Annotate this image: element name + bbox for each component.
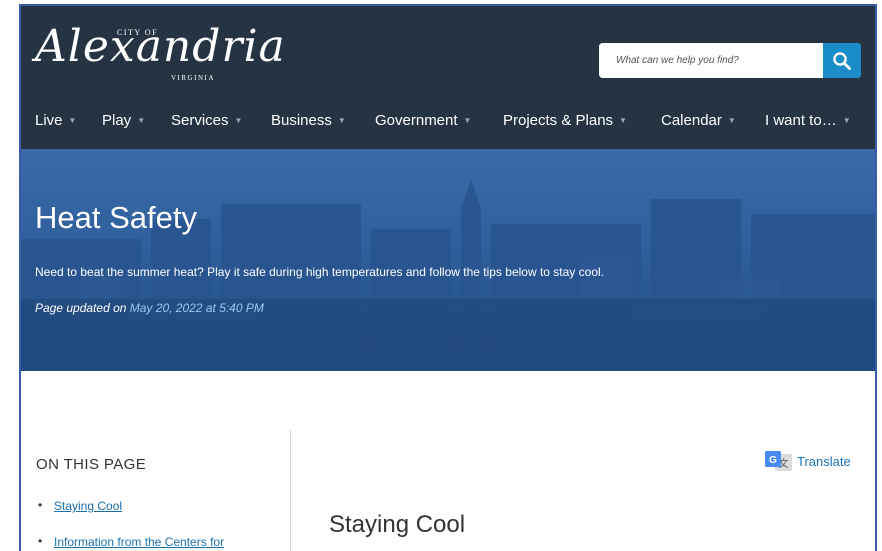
nav-item-business[interactable]: Business ▼ bbox=[271, 110, 346, 132]
nav-caret-icon: ▼ bbox=[337, 116, 346, 126]
nav-item-projects-plans[interactable]: Projects & Plans ▼ bbox=[503, 110, 627, 132]
nav-caret-icon: ▼ bbox=[727, 116, 736, 126]
logo-state: VIRGINIA bbox=[171, 74, 215, 82]
page-title: Heat Safety bbox=[35, 200, 197, 235]
nav-item-calendar[interactable]: Calendar ▼ bbox=[661, 110, 736, 132]
nav-label: Calendar bbox=[661, 112, 722, 129]
on-this-page-list: Staying Cool Information from the Center… bbox=[36, 498, 224, 551]
logo-city-of: CITY OF bbox=[117, 28, 159, 37]
city-logo[interactable]: Alexandria CITY OF VIRGINIA bbox=[35, 20, 285, 83]
sidebar-divider bbox=[290, 430, 291, 551]
page-description: Need to beat the summer heat? Play it sa… bbox=[35, 265, 604, 279]
updated-prefix: Page updated on bbox=[35, 301, 127, 315]
site-search bbox=[599, 43, 861, 78]
nav-item-play[interactable]: Play ▼ bbox=[102, 110, 145, 132]
updated-date: May 20, 2022 at 5:40 PM bbox=[129, 301, 264, 315]
nav-label: Play bbox=[102, 112, 132, 129]
nav-caret-icon: ▼ bbox=[619, 116, 627, 126]
nav-label: Government bbox=[375, 112, 458, 129]
toc-link-cdc-info[interactable]: Information from the Centers for bbox=[54, 535, 224, 549]
svg-text:G: G bbox=[769, 455, 777, 466]
page-frame: Alexandria CITY OF VIRGINIA Live ▼ Play ▼ … bbox=[19, 4, 877, 551]
page-updated: Page updated on May 20, 2022 at 5:40 PM bbox=[35, 301, 264, 315]
main-nav: Live ▼ Play ▼ Services ▼ Business ▼ Governme… bbox=[21, 110, 875, 132]
nav-caret-icon: ▼ bbox=[463, 116, 472, 126]
nav-caret-icon: ▼ bbox=[234, 116, 243, 126]
nav-label: Business bbox=[271, 112, 332, 129]
on-this-page-heading: ON THIS PAGE bbox=[36, 456, 147, 473]
list-item: Staying Cool bbox=[36, 498, 224, 513]
nav-item-services[interactable]: Services ▼ bbox=[171, 110, 242, 132]
search-icon bbox=[833, 51, 851, 70]
google-translate-icon: 文 G bbox=[765, 451, 792, 471]
cityscape-image bbox=[21, 149, 875, 371]
hero-banner: Heat Safety Need to beat the summer heat… bbox=[21, 149, 875, 371]
nav-label: I want to… bbox=[765, 112, 837, 129]
section-title-staying-cool: Staying Cool bbox=[329, 511, 466, 538]
nav-caret-icon: ▼ bbox=[842, 116, 851, 126]
logo-wordmark: Alexandria bbox=[35, 21, 286, 72]
nav-item-live[interactable]: Live ▼ bbox=[35, 110, 76, 132]
nav-label: Live bbox=[35, 112, 63, 129]
search-button[interactable] bbox=[823, 43, 861, 78]
toc-link-staying-cool[interactable]: Staying Cool bbox=[54, 499, 122, 513]
nav-label: Services bbox=[171, 112, 229, 129]
translate-button[interactable]: 文 G Translate bbox=[765, 451, 851, 471]
list-item: Information from the Centers for bbox=[36, 534, 224, 549]
nav-caret-icon: ▼ bbox=[137, 116, 146, 126]
search-input[interactable] bbox=[599, 43, 821, 78]
nav-label: Projects & Plans bbox=[503, 112, 614, 129]
nav-item-government[interactable]: Government ▼ bbox=[375, 110, 471, 132]
nav-caret-icon: ▼ bbox=[68, 116, 77, 126]
nav-item-i-want-to[interactable]: I want to… ▼ bbox=[765, 110, 851, 132]
site-header: Alexandria CITY OF VIRGINIA Live ▼ Play ▼ … bbox=[21, 6, 875, 149]
translate-label: Translate bbox=[797, 453, 851, 469]
